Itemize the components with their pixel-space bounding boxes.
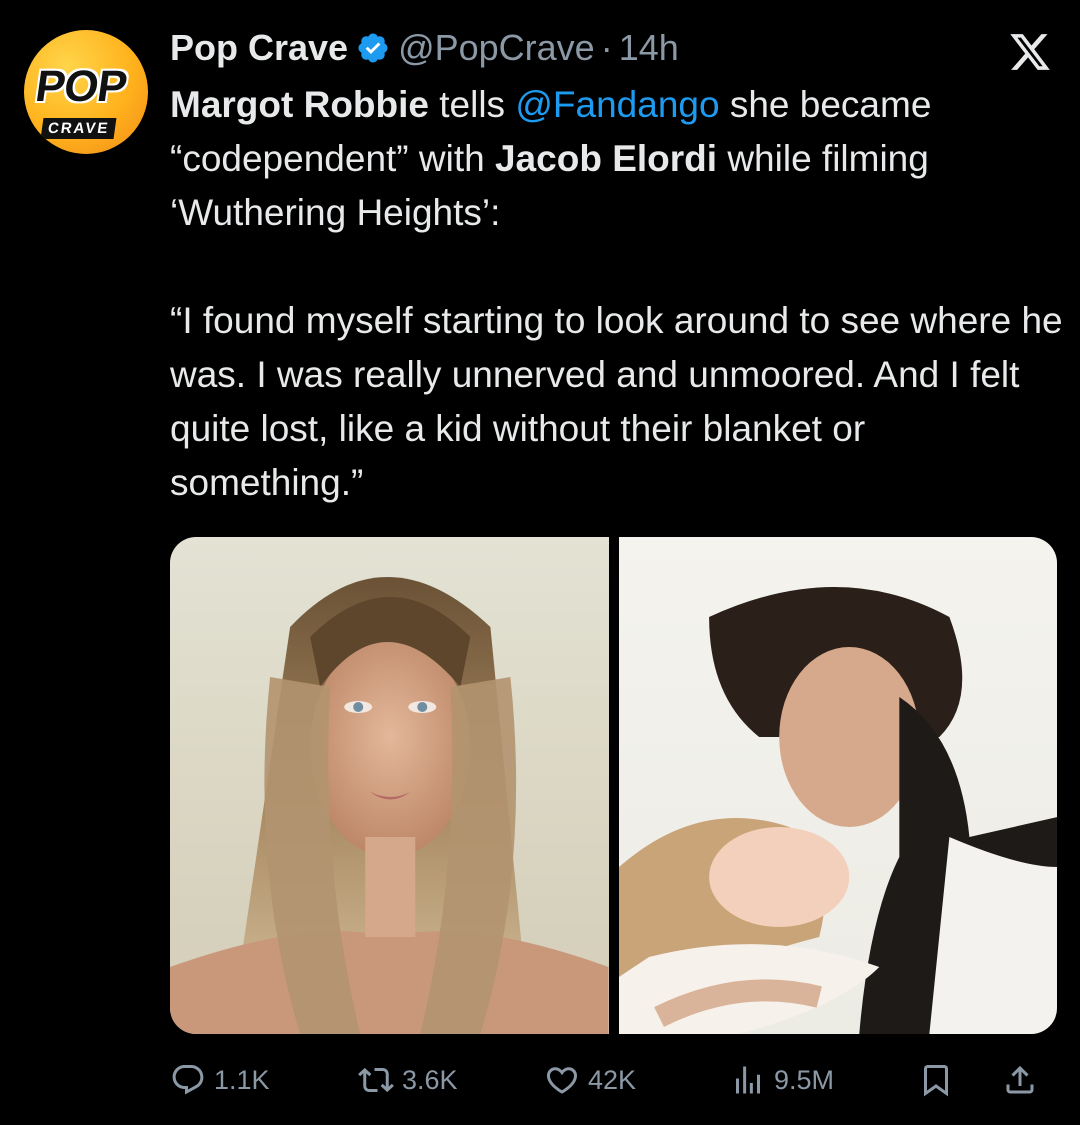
reply-icon (172, 1065, 204, 1095)
repost-count: 3.6K (402, 1064, 458, 1095)
bold-name-margot: Margot Robbie (170, 84, 429, 125)
media-image-right[interactable] (618, 537, 1057, 1034)
media-grid[interactable] (170, 537, 1057, 1034)
separator-dot: · (600, 27, 613, 68)
text-span: tells (428, 84, 516, 125)
repost-button[interactable]: 3.6K (358, 1062, 458, 1098)
avatar-logo-text-top: POP (32, 62, 130, 111)
tweet-intro: Margot Robbie tells @Fandango she became… (170, 78, 1065, 240)
handle[interactable]: @PopCrave (398, 27, 595, 69)
bookmark-button[interactable] (918, 1062, 962, 1098)
tweet-text: Margot Robbie tells @Fandango she became… (170, 78, 1065, 510)
action-bar: 1.1K 3.6K 42K 9.5M (170, 1050, 1060, 1110)
like-count: 42K (588, 1064, 637, 1095)
share-button[interactable] (1002, 1062, 1046, 1098)
views-button[interactable]: 9.5M (730, 1062, 834, 1098)
x-logo-icon[interactable] (1008, 30, 1052, 74)
bookmark-icon (924, 1065, 948, 1097)
tweet-header: Pop Crave @PopCrave · 14h (170, 24, 990, 72)
heart-icon (546, 1067, 578, 1094)
verified-badge-icon (358, 33, 388, 63)
tweet-quote: “I found myself starting to look around … (170, 300, 1063, 503)
views-count: 9.5M (774, 1064, 835, 1095)
like-button[interactable]: 42K (544, 1062, 636, 1098)
reply-button[interactable]: 1.1K (170, 1062, 270, 1098)
repost-icon (358, 1067, 394, 1093)
views-icon (736, 1066, 760, 1094)
avatar[interactable]: POP CRAVE (24, 30, 148, 154)
share-icon (1006, 1065, 1034, 1094)
media-image-left[interactable] (170, 537, 609, 1034)
mention-link[interactable]: @Fandango (515, 84, 719, 125)
avatar-logo-text-bottom: CRAVE (40, 118, 117, 139)
reply-count: 1.1K (214, 1064, 270, 1095)
display-name[interactable]: Pop Crave (170, 27, 348, 69)
embrace-illustration (618, 587, 1057, 1034)
portrait-illustration (170, 577, 609, 1034)
bold-name-jacob: Jacob Elordi (494, 138, 718, 179)
timestamp[interactable]: 14h (619, 27, 679, 69)
